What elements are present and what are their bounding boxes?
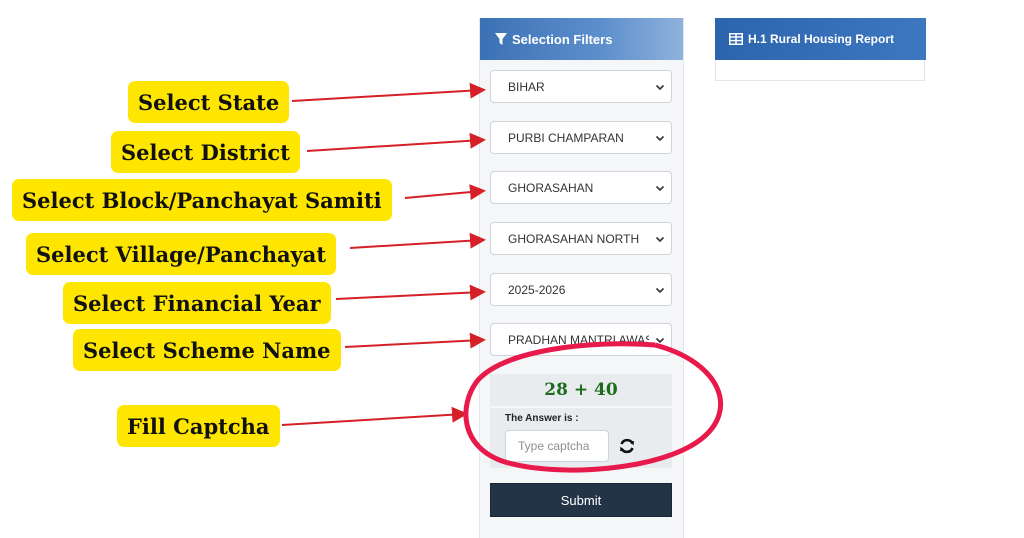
chevron-down-icon <box>655 135 665 142</box>
selection-filters-panel: Selection Filters BIHAR PURBI CHAMPARAN … <box>479 18 684 538</box>
captcha-answer-box: The Answer is : <box>490 408 672 468</box>
captcha-input[interactable] <box>505 430 609 462</box>
financial-year-select[interactable]: 2025-2026 <box>490 273 672 306</box>
table-icon <box>729 33 743 45</box>
district-select[interactable]: PURBI CHAMPARAN <box>490 121 672 154</box>
arrow-state <box>291 82 486 102</box>
village-select-value: GHORASAHAN NORTH <box>508 231 640 246</box>
selection-filters-title: Selection Filters <box>512 31 613 47</box>
refresh-icon[interactable] <box>617 436 637 456</box>
scheme-select[interactable]: PRADHAN MANTRI AWAS YOJANA <box>490 323 672 356</box>
block-select[interactable]: GHORASAHAN <box>490 171 672 204</box>
scheme-select-value: PRADHAN MANTRI AWAS YOJANA <box>508 332 649 347</box>
callout-select-village: Select Village/Panchayat <box>26 233 337 275</box>
callout-select-scheme: Select Scheme Name <box>73 329 341 371</box>
district-select-value: PURBI CHAMPARAN <box>508 130 624 145</box>
state-select-value: BIHAR <box>508 79 545 94</box>
rural-housing-report-card: H.1 Rural Housing Report <box>715 18 926 81</box>
arrow-village <box>349 232 486 249</box>
village-select[interactable]: GHORASAHAN NORTH <box>490 222 672 255</box>
rural-housing-report-title: H.1 Rural Housing Report <box>748 32 895 46</box>
callout-select-financial-year: Select Financial Year <box>63 282 331 324</box>
chevron-down-icon <box>655 84 665 91</box>
rural-housing-report-header[interactable]: H.1 Rural Housing Report <box>715 18 926 60</box>
chevron-down-icon <box>655 287 665 294</box>
chevron-down-icon <box>655 185 665 192</box>
financial-year-select-value: 2025-2026 <box>508 282 566 297</box>
captcha-answer-label: The Answer is : <box>505 413 579 424</box>
state-select[interactable]: BIHAR <box>490 70 672 103</box>
filter-icon <box>495 33 507 45</box>
arrow-block <box>404 184 486 201</box>
callout-select-block: Select Block/Panchayat Samiti <box>12 179 392 221</box>
callout-select-district: Select District <box>111 131 300 173</box>
arrow-district <box>306 132 486 152</box>
chevron-down-icon <box>655 337 665 344</box>
callout-select-state: Select State <box>128 81 290 123</box>
arrow-captcha <box>281 406 468 426</box>
captcha-question: 28 + 40 <box>490 374 672 406</box>
arrow-scheme <box>344 332 486 349</box>
arrow-financial-year <box>335 284 486 301</box>
submit-button[interactable]: Submit <box>490 483 672 517</box>
selection-filters-header: Selection Filters <box>480 18 683 60</box>
callout-fill-captcha: Fill Captcha <box>117 405 280 447</box>
block-select-value: GHORASAHAN <box>508 180 594 195</box>
chevron-down-icon <box>655 236 665 243</box>
